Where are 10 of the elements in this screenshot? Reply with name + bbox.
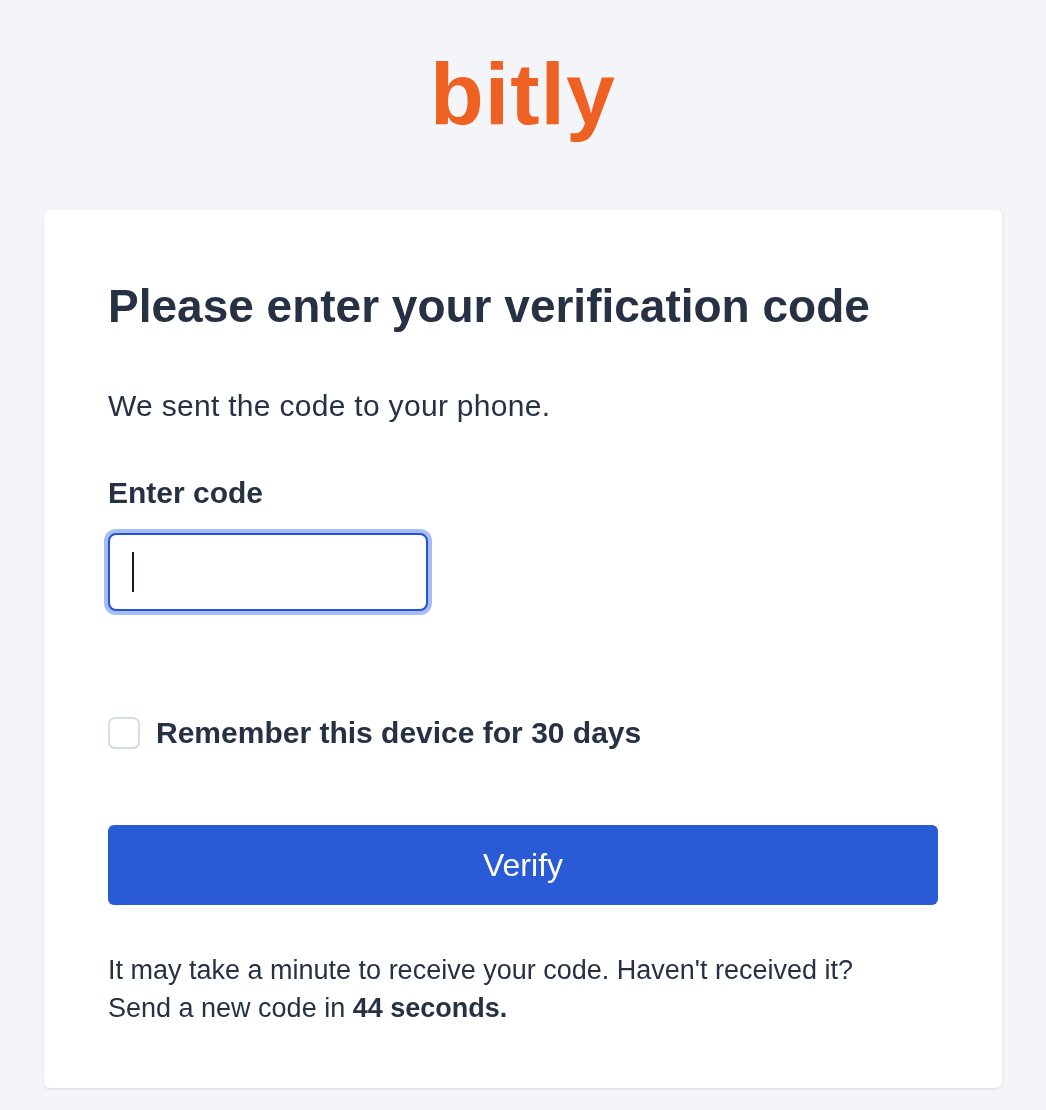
remember-label: Remember this device for 30 days (156, 715, 642, 751)
card-title: Please enter your verification code (108, 280, 870, 332)
code-input[interactable] (108, 533, 428, 611)
verify-button[interactable]: Verify (108, 825, 938, 905)
resend-note: It may take a minute to receive your code. Haven't received it? Send a new code in 44 seconds. (108, 954, 854, 1025)
card-subtitle: We sent the code to your phone. (108, 388, 551, 424)
text-cursor-icon (132, 552, 134, 592)
bitly-logo: bitly (430, 46, 616, 142)
remember-checkbox[interactable] (108, 717, 140, 749)
code-label: Enter code (108, 475, 264, 511)
